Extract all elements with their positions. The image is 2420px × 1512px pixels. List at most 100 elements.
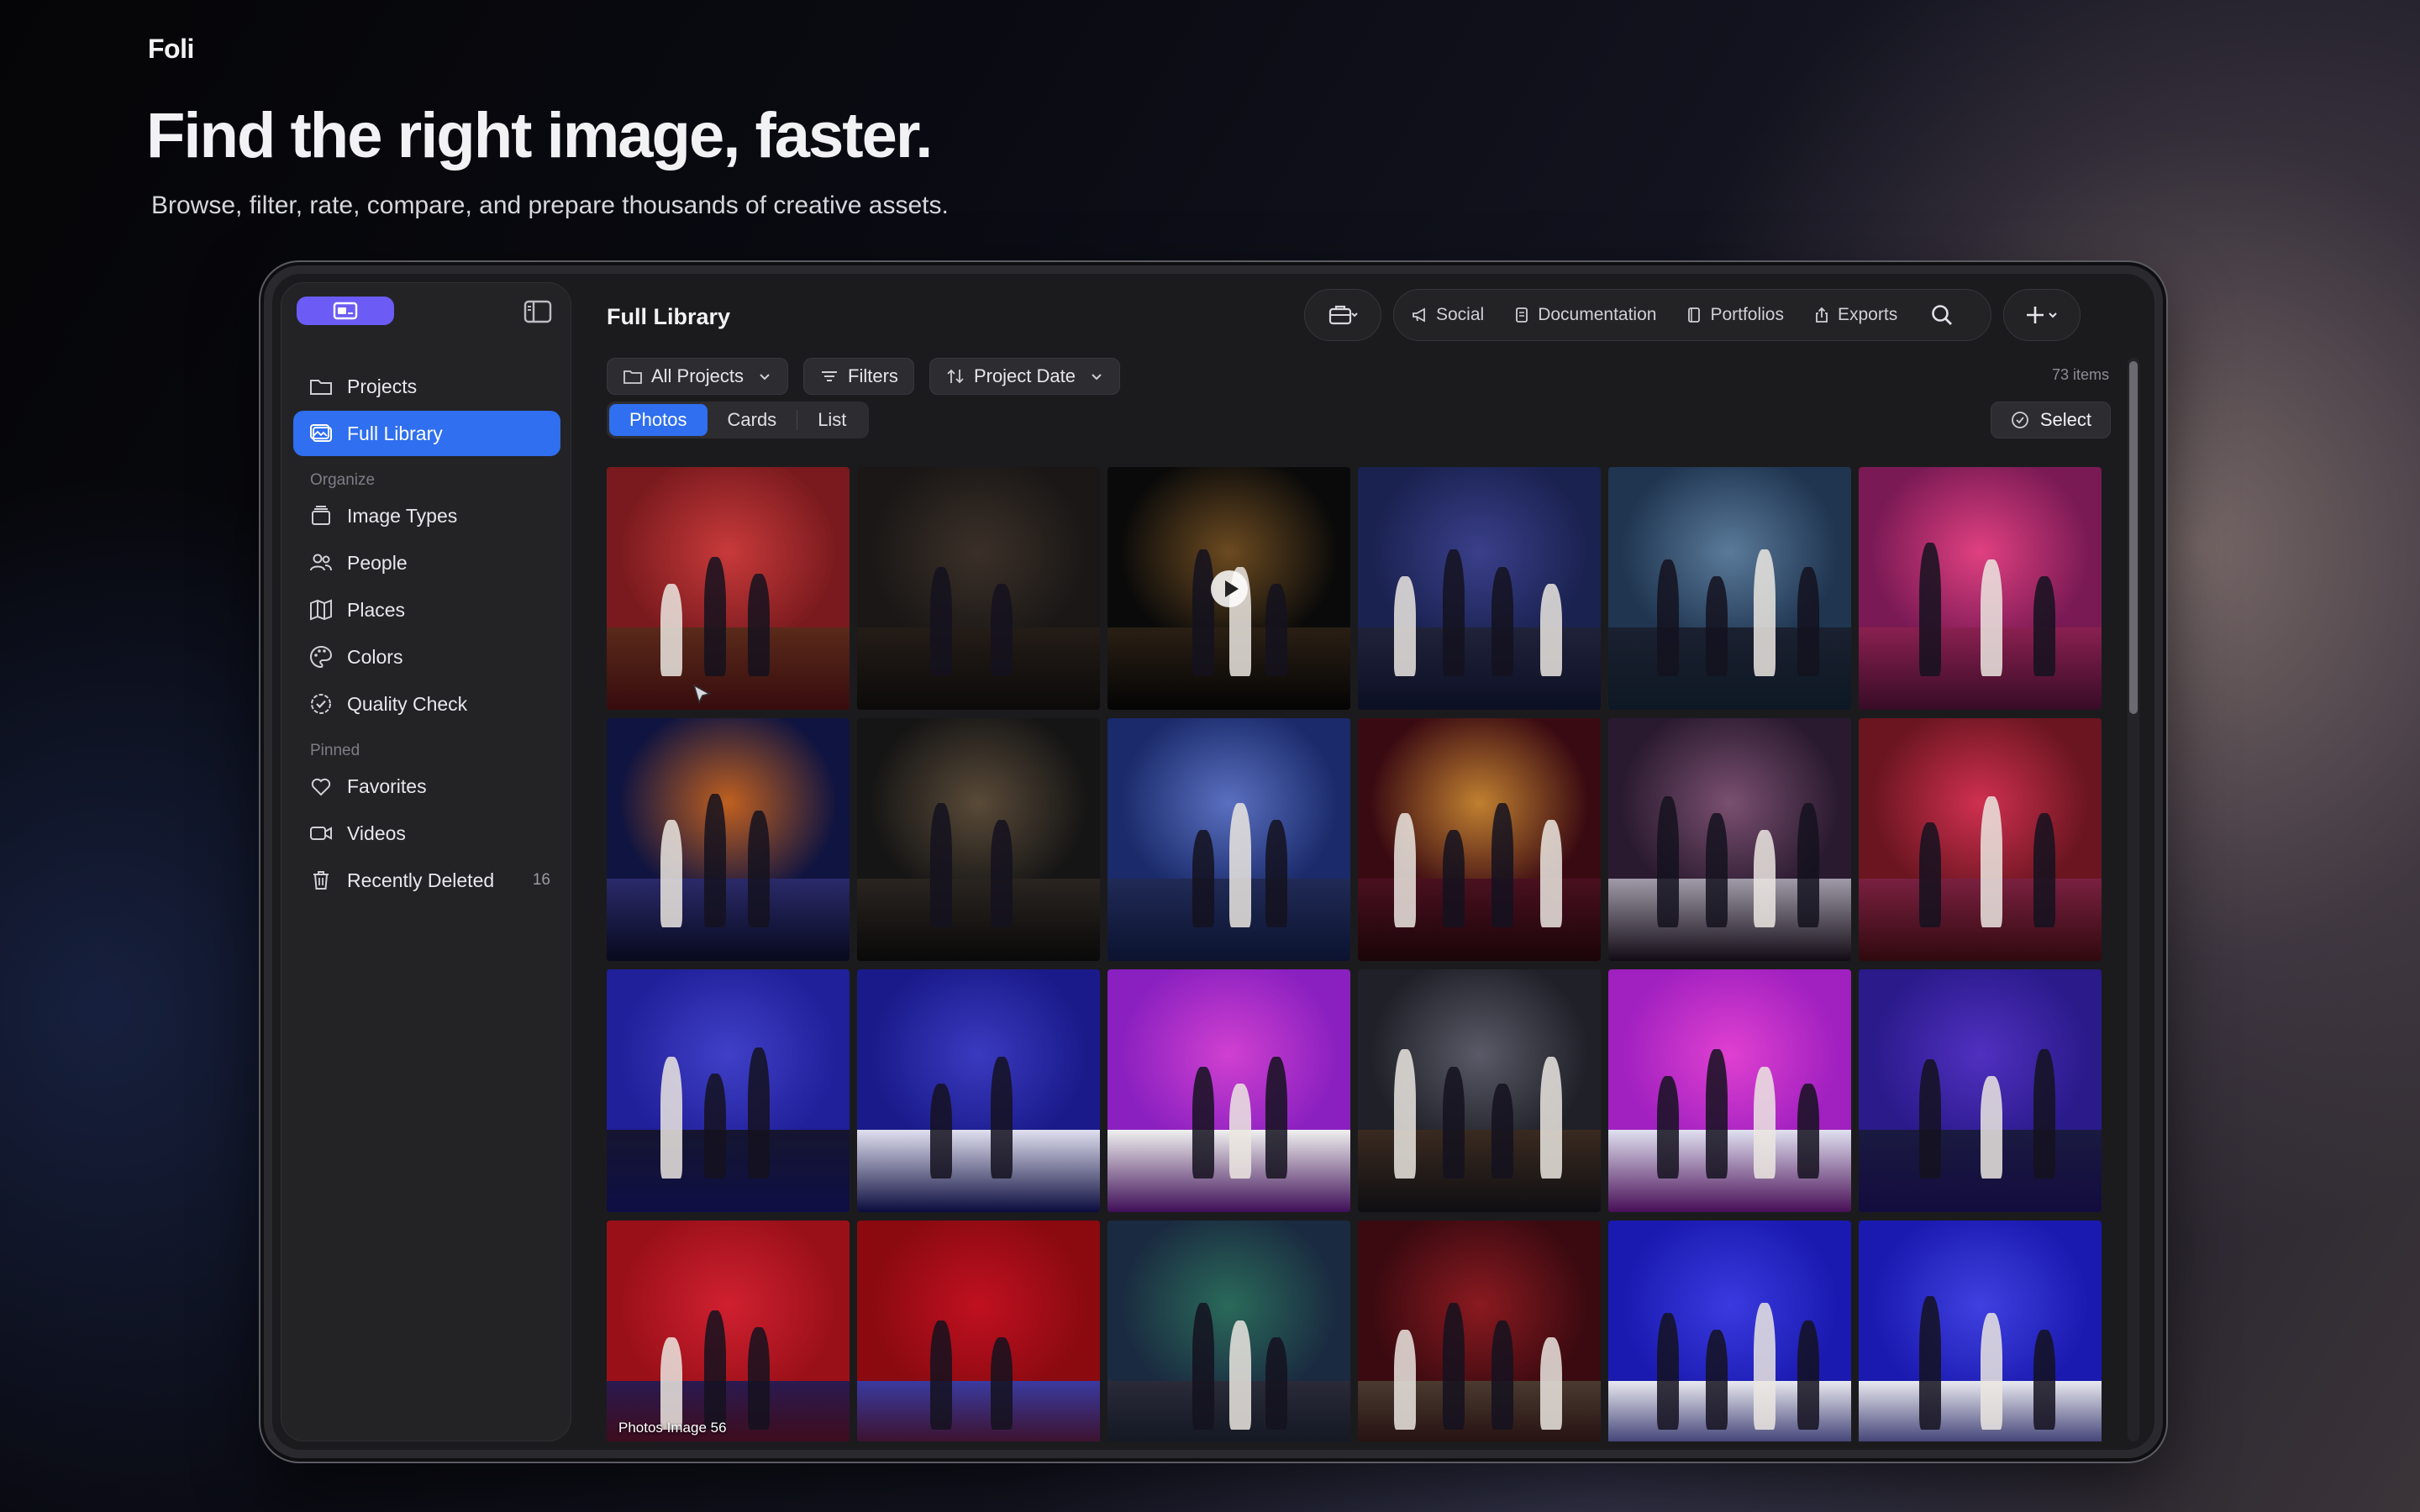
checkmark-circle-icon (2011, 412, 2028, 428)
document-icon (1516, 307, 1528, 323)
plus-icon (2027, 307, 2057, 323)
sidebar: Projects Full Library Organize Image Typ… (281, 282, 571, 1441)
photo-thumbnail[interactable] (607, 969, 850, 1212)
sidebar-item-favorites[interactable]: Favorites (293, 764, 560, 809)
exports-link[interactable]: Exports (1812, 305, 1897, 325)
social-link[interactable]: Social (1411, 305, 1484, 325)
documentation-link[interactable]: Documentation (1512, 305, 1656, 325)
photo-thumbnail[interactable]: Photos Image 56 Cole (607, 1221, 850, 1441)
palette-icon (310, 645, 333, 669)
folder-icon (310, 380, 332, 395)
photo-thumbnail[interactable] (857, 718, 1100, 961)
device-frame: Projects Full Library Organize Image Typ… (264, 265, 2163, 1458)
sidebar-item-label: Quality Check (347, 692, 468, 715)
sidebar-toggle-icon[interactable] (523, 300, 552, 323)
social-label: Social (1436, 305, 1485, 324)
photo-thumbnail[interactable] (607, 467, 850, 710)
hero-title: Find the right image, faster. (146, 100, 933, 171)
photo-caption: Photos Image 56 Cole (618, 1418, 727, 1441)
sort-label: Project Date (973, 365, 1076, 386)
scrollbar[interactable] (2128, 358, 2139, 1441)
project-filter-dropdown[interactable]: All Projects (607, 358, 789, 395)
sidebar-item-label: Places (347, 598, 406, 621)
photo-thumbnail[interactable] (857, 467, 1100, 710)
share-icon (1816, 307, 1828, 323)
photo-thumbnail[interactable] (1859, 1221, 2102, 1441)
folder-icon (623, 370, 642, 384)
view-mode-cards[interactable]: Cards (708, 404, 797, 436)
sidebar-item-label: People (347, 551, 408, 574)
view-mode-list[interactable]: List (797, 404, 866, 436)
main-content: Full Library Social Documentation Portfo… (583, 274, 2154, 1450)
map-icon (310, 599, 332, 621)
scrollbar-thumb[interactable] (2129, 361, 2138, 714)
photo-thumbnail[interactable] (1107, 718, 1350, 961)
filters-button[interactable]: Filters (803, 358, 914, 395)
photo-thumbnail[interactable] (1358, 1221, 1601, 1441)
sort-dropdown[interactable]: Project Date (929, 358, 1120, 395)
play-icon[interactable] (1210, 570, 1248, 607)
sidebar-item-label: Videos (347, 822, 406, 844)
add-menu-button[interactable] (2003, 289, 2081, 341)
hero-subtitle: Browse, filter, rate, compare, and prepa… (151, 192, 949, 219)
photo-thumbnail[interactable] (1859, 467, 2102, 710)
portfolios-link[interactable]: Portfolios (1685, 305, 1784, 325)
photo-caption-title: Photos Image 56 (618, 1420, 727, 1436)
photo-thumbnail[interactable] (857, 1221, 1100, 1441)
photo-grid: Photos Image 56 Cole (607, 467, 2106, 1441)
photo-thumbnail[interactable] (1608, 1221, 1851, 1441)
photo-thumbnail[interactable] (1358, 969, 1601, 1212)
book-icon (1688, 307, 1701, 323)
briefcase-icon (1328, 305, 1358, 325)
video-thumbnail[interactable] (1107, 467, 1350, 710)
exports-label: Exports (1838, 305, 1898, 324)
photo-thumbnail[interactable] (1608, 467, 1851, 710)
sidebar-item-people[interactable]: People (293, 540, 560, 585)
page-title: Full Library (607, 304, 731, 329)
filter-lines-icon (822, 371, 838, 381)
sidebar-item-label: Favorites (347, 774, 427, 797)
photo-thumbnail[interactable] (1107, 1221, 1350, 1441)
app-window: Projects Full Library Organize Image Typ… (272, 274, 2154, 1450)
collections-toolbar: Social Documentation Portfolios Exports (1393, 289, 1991, 341)
video-icon (310, 827, 332, 840)
filters-label: Filters (848, 365, 898, 386)
sidebar-item-label: Image Types (347, 504, 458, 527)
photo-thumbnail[interactable] (1608, 969, 1851, 1212)
chevron-down-icon (1092, 374, 1102, 381)
photo-thumbnail[interactable] (607, 718, 850, 961)
check-badge-icon (311, 694, 331, 714)
sidebar-item-projects[interactable]: Projects (293, 364, 560, 409)
portfolios-label: Portfolios (1710, 305, 1784, 324)
profile-button[interactable] (297, 297, 394, 325)
search-icon[interactable] (1929, 302, 1954, 328)
photo-library-icon (310, 424, 332, 442)
view-mode-switcher: Photos Cards List (607, 402, 870, 438)
sidebar-item-places[interactable]: Places (293, 587, 560, 633)
photo-thumbnail[interactable] (1358, 718, 1601, 961)
photo-thumbnail[interactable] (857, 969, 1100, 1212)
photo-thumbnail[interactable] (1859, 969, 2102, 1212)
photo-thumbnail[interactable] (1107, 969, 1350, 1212)
sidebar-item-image-types[interactable]: Image Types (293, 493, 560, 538)
view-mode-photos[interactable]: Photos (609, 404, 708, 436)
sidebar-item-label: Projects (347, 375, 418, 397)
photo-thumbnail[interactable] (1358, 467, 1601, 710)
select-button[interactable]: Select (1990, 402, 2111, 438)
sidebar-item-quality-check[interactable]: Quality Check (293, 681, 560, 727)
photo-thumbnail[interactable] (1859, 718, 2102, 961)
sidebar-item-label: Colors (347, 645, 403, 668)
photo-thumbnail[interactable] (1608, 718, 1851, 961)
sort-arrows-icon (947, 369, 964, 384)
sidebar-item-colors[interactable]: Colors (293, 634, 560, 680)
sidebar-item-videos[interactable]: Videos (293, 811, 560, 856)
stack-icon (312, 506, 330, 525)
sidebar-item-full-library[interactable]: Full Library (293, 411, 560, 456)
filter-bar: All Projects Filters Project Date (607, 358, 1135, 395)
sidebar-item-label: Full Library (347, 422, 443, 444)
workspace-menu-button[interactable] (1304, 289, 1381, 341)
sidebar-item-recently-deleted[interactable]: Recently Deleted 16 (293, 858, 560, 903)
project-filter-label: All Projects (651, 365, 744, 386)
megaphone-icon (1413, 307, 1425, 323)
documentation-label: Documentation (1538, 305, 1657, 324)
